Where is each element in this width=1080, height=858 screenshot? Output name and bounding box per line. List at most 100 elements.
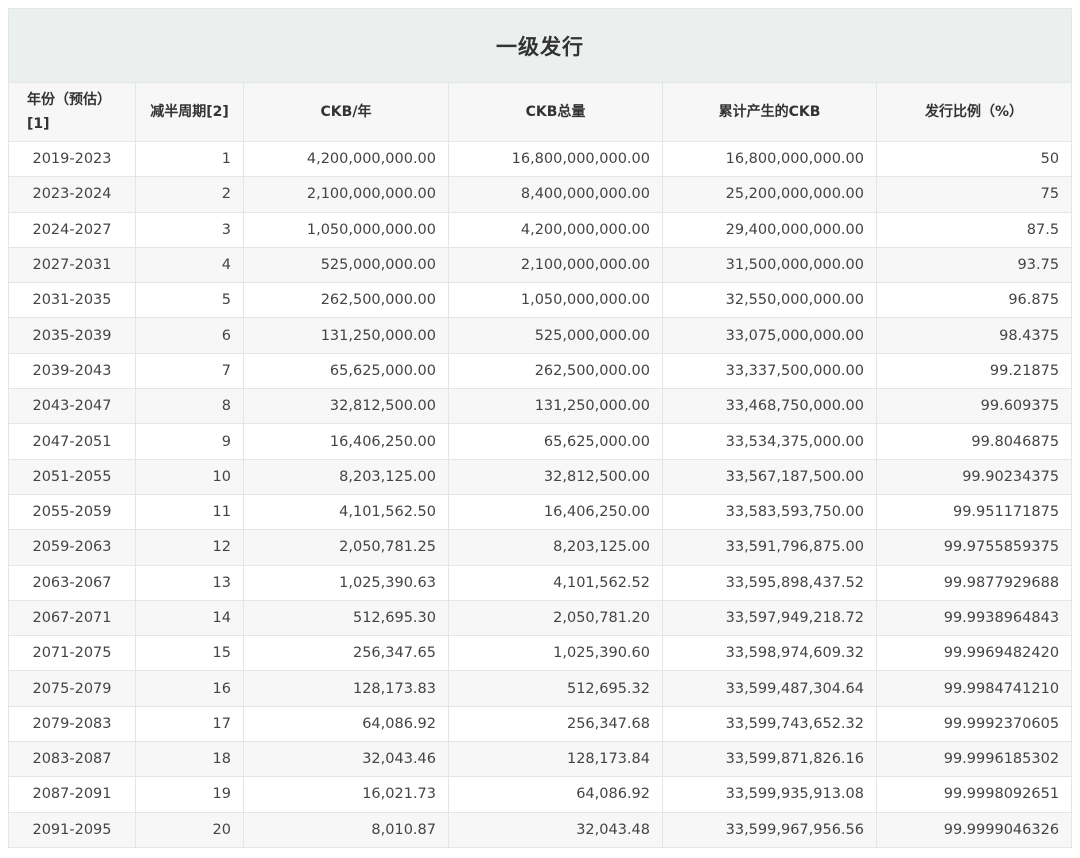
cumulative-ckb-cell: 33,534,375,000.00 [662, 423, 877, 460]
column-header-ckb-total: CKB总量 [448, 82, 663, 142]
year-cell: 2051-2055 [8, 458, 136, 495]
year-cell: 2027-2031 [8, 246, 136, 284]
issuance-ratio-cell: 99.9999046326 [875, 811, 1073, 848]
table-header-row: 年份（预估）[1] 减半周期[2] CKB/年 CKB总量 累计产生的CKB 发… [8, 82, 1073, 142]
issuance-ratio-cell: 87.5 [875, 211, 1073, 248]
ckb-total-cell: 262,500,000.00 [448, 352, 663, 390]
issuance-ratio-cell: 99.9938964843 [875, 599, 1073, 637]
cumulative-ckb-cell: 33,599,935,913.08 [662, 776, 877, 813]
issuance-ratio-cell: 99.9998092651 [875, 776, 1073, 813]
issuance-ratio-cell: 99.9877929688 [875, 564, 1073, 601]
year-cell: 2079-2083 [8, 705, 136, 743]
ckb-per-year-cell: 256,347.65 [243, 635, 449, 672]
ckb-total-cell: 32,812,500.00 [448, 458, 663, 495]
issuance-ratio-cell: 50 [875, 140, 1073, 178]
year-cell: 2091-2095 [8, 811, 136, 848]
column-header-issuance-ratio: 发行比例（%） [875, 82, 1073, 142]
year-cell: 2047-2051 [8, 423, 136, 460]
halving-period-cell: 14 [135, 599, 244, 637]
issuance-ratio-cell: 99.9969482420 [875, 635, 1073, 672]
table-row: 2031-2035 5 262,500,000.00 1,050,000,000.00… [8, 282, 1073, 319]
halving-period-cell: 19 [135, 776, 244, 813]
ckb-total-cell: 64,086.92 [448, 776, 663, 813]
table-row: 2083-2087 18 32,043.46 128,173.84 33,599,871… [8, 741, 1073, 778]
cumulative-ckb-cell: 33,075,000,000.00 [662, 317, 877, 354]
table-row: 2023-2024 2 2,100,000,000.00 8,400,000,000.… [8, 176, 1073, 213]
ckb-per-year-cell: 16,021.73 [243, 776, 449, 813]
ckb-total-cell: 1,050,000,000.00 [448, 282, 663, 319]
issuance-ratio-cell: 99.9992370605 [875, 705, 1073, 743]
table-row: 2087-2091 19 16,021.73 64,086.92 33,599,935,… [8, 776, 1073, 813]
issuance-table: 一级发行 年份（预估）[1] 减半周期[2] CKB/年 CKB总量 累计产生的… [7, 8, 1073, 848]
cumulative-ckb-cell: 33,468,750,000.00 [662, 388, 877, 425]
ckb-total-cell: 1,025,390.60 [448, 635, 663, 672]
ckb-total-cell: 2,050,781.20 [448, 599, 663, 637]
table-row: 2091-2095 20 8,010.87 32,043.48 33,599,967,9… [8, 811, 1073, 848]
table-title: 一级发行 [7, 8, 1073, 83]
issuance-ratio-cell: 99.8046875 [875, 423, 1073, 460]
issuance-ratio-cell: 99.9984741210 [875, 670, 1073, 707]
table-row: 2055-2059 11 4,101,562.50 16,406,250.00 33,5… [8, 493, 1073, 531]
year-cell: 2075-2079 [8, 670, 136, 707]
issuance-table-container: 一级发行 年份（预估）[1] 减半周期[2] CKB/年 CKB总量 累计产生的… [7, 8, 1073, 848]
table-row: 2043-2047 8 32,812,500.00 131,250,000.00 33,… [8, 388, 1073, 425]
cumulative-ckb-cell: 33,583,593,750.00 [662, 493, 877, 531]
ckb-per-year-cell: 1,050,000,000.00 [243, 211, 449, 248]
table-row: 2059-2063 12 2,050,781.25 8,203,125.00 33,59… [8, 529, 1073, 566]
cumulative-ckb-cell: 25,200,000,000.00 [662, 176, 877, 213]
halving-period-cell: 8 [135, 388, 244, 425]
issuance-ratio-cell: 96.875 [875, 282, 1073, 319]
ckb-per-year-cell: 32,812,500.00 [243, 388, 449, 425]
ckb-per-year-cell: 131,250,000.00 [243, 317, 449, 354]
year-cell: 2063-2067 [8, 564, 136, 601]
halving-period-cell: 2 [135, 176, 244, 213]
table-row: 2047-2051 9 16,406,250.00 65,625,000.00 33,5… [8, 423, 1073, 460]
year-cell: 2043-2047 [8, 388, 136, 425]
year-cell: 2067-2071 [8, 599, 136, 637]
cumulative-ckb-cell: 33,591,796,875.00 [662, 529, 877, 566]
year-cell: 2083-2087 [8, 741, 136, 778]
table-row: 2019-2023 1 4,200,000,000.00 16,800,000,000… [8, 140, 1073, 178]
column-header-halving-period: 减半周期[2] [135, 82, 244, 142]
table-row: 2079-2083 17 64,086.92 256,347.68 33,599,743… [8, 705, 1073, 743]
table-row: 2067-2071 14 512,695.30 2,050,781.20 33,597,… [8, 599, 1073, 637]
table-row: 2051-2055 10 8,203,125.00 32,812,500.00 33,5… [8, 458, 1073, 495]
cumulative-ckb-cell: 31,500,000,000.00 [662, 246, 877, 284]
table-row: 2027-2031 4 525,000,000.00 2,100,000,000.00… [8, 246, 1073, 284]
ckb-total-cell: 4,101,562.52 [448, 564, 663, 601]
cumulative-ckb-cell: 33,599,967,956.56 [662, 811, 877, 848]
ckb-total-cell: 32,043.48 [448, 811, 663, 848]
ckb-per-year-cell: 64,086.92 [243, 705, 449, 743]
cumulative-ckb-cell: 33,597,949,218.72 [662, 599, 877, 637]
column-header-cumulative-ckb: 累计产生的CKB [662, 82, 877, 142]
table-row: 2039-2043 7 65,625,000.00 262,500,000.00 33,… [8, 352, 1073, 390]
cumulative-ckb-cell: 33,337,500,000.00 [662, 352, 877, 390]
table-row: 2035-2039 6 131,250,000.00 525,000,000.00 33… [8, 317, 1073, 354]
issuance-ratio-cell: 99.609375 [875, 388, 1073, 425]
halving-period-cell: 7 [135, 352, 244, 390]
halving-period-cell: 9 [135, 423, 244, 460]
year-cell: 2055-2059 [8, 493, 136, 531]
ckb-total-cell: 2,100,000,000.00 [448, 246, 663, 284]
ckb-total-cell: 4,200,000,000.00 [448, 211, 663, 248]
year-cell: 2023-2024 [8, 176, 136, 213]
cumulative-ckb-cell: 16,800,000,000.00 [662, 140, 877, 178]
halving-period-cell: 12 [135, 529, 244, 566]
issuance-ratio-cell: 75 [875, 176, 1073, 213]
halving-period-cell: 13 [135, 564, 244, 601]
ckb-total-cell: 8,400,000,000.00 [448, 176, 663, 213]
table-row: 2024-2027 3 1,050,000,000.00 4,200,000,000.… [8, 211, 1073, 248]
year-cell: 2087-2091 [8, 776, 136, 813]
ckb-total-cell: 525,000,000.00 [448, 317, 663, 354]
ckb-per-year-cell: 8,010.87 [243, 811, 449, 848]
cumulative-ckb-cell: 33,598,974,609.32 [662, 635, 877, 672]
year-cell: 2019-2023 [8, 140, 136, 178]
issuance-ratio-cell: 99.951171875 [875, 493, 1073, 531]
year-cell: 2059-2063 [8, 529, 136, 566]
column-header-year: 年份（预估）[1] [8, 82, 136, 142]
year-cell: 2071-2075 [8, 635, 136, 672]
ckb-per-year-cell: 2,050,781.25 [243, 529, 449, 566]
ckb-total-cell: 16,406,250.00 [448, 493, 663, 531]
ckb-per-year-cell: 8,203,125.00 [243, 458, 449, 495]
cumulative-ckb-cell: 32,550,000,000.00 [662, 282, 877, 319]
